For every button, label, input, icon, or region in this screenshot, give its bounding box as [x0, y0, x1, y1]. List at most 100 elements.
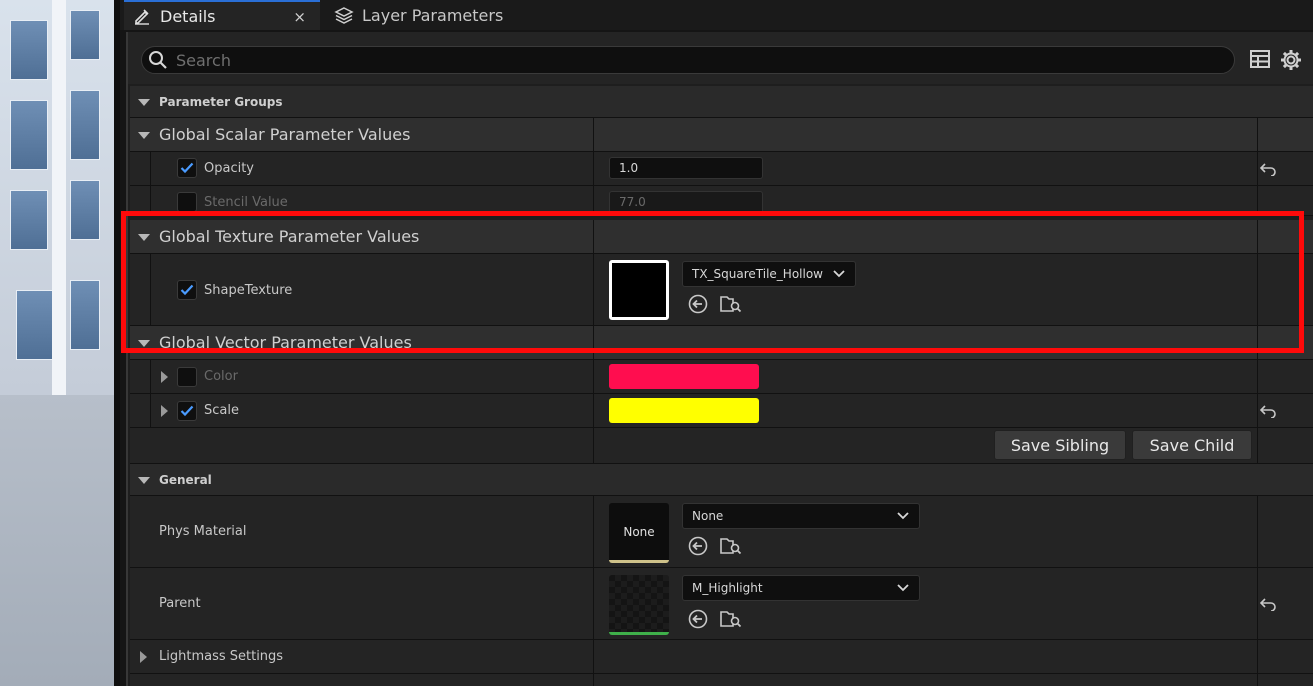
edit-icon	[132, 6, 152, 26]
group-global-texture[interactable]: Global Texture Parameter Values	[130, 220, 1313, 254]
phys-material-dropdown[interactable]: None	[682, 503, 920, 529]
param-label: ShapeTexture	[204, 283, 293, 298]
param-label: Scale	[204, 403, 239, 418]
use-selected-asset-icon[interactable]	[688, 536, 708, 556]
stencil-value-checkbox[interactable]	[177, 192, 197, 212]
column-divider	[593, 326, 594, 359]
asset-name: M_Highlight	[692, 581, 763, 595]
param-row-shape-texture: ShapeTexture TX_SquareTile_Hollow	[130, 254, 1313, 326]
column-divider	[1257, 360, 1258, 393]
column-divider	[1257, 674, 1258, 686]
category-general[interactable]: General	[130, 464, 1313, 496]
param-label: Opacity	[204, 161, 255, 176]
param-row-lightmass[interactable]: Lightmass Settings	[130, 640, 1313, 674]
search-input[interactable]	[176, 50, 1176, 70]
gear-icon[interactable]	[1280, 49, 1302, 71]
expand-arrow-icon[interactable]	[140, 651, 147, 663]
opacity-checkbox[interactable]	[177, 158, 197, 178]
search-box[interactable]	[141, 46, 1235, 74]
asset-name: None	[692, 509, 724, 523]
tab-layer-parameters[interactable]: Layer Parameters	[326, 0, 526, 30]
tab-details-label: Details	[160, 6, 216, 26]
search-icon	[149, 51, 167, 69]
reset-to-default-icon[interactable]	[1260, 404, 1276, 418]
column-divider	[593, 118, 594, 151]
building-window	[10, 100, 48, 170]
building-window	[16, 290, 56, 360]
column-divider	[593, 186, 594, 215]
column-divider	[1257, 220, 1258, 253]
browse-asset-icon[interactable]	[720, 609, 742, 629]
browse-asset-icon[interactable]	[720, 536, 742, 556]
check-icon	[180, 284, 194, 296]
parent-material-thumbnail[interactable]	[609, 575, 669, 635]
collapse-arrow-icon[interactable]	[138, 477, 150, 484]
column-divider	[1257, 428, 1258, 463]
save-buttons-row: Save Sibling Save Child	[130, 428, 1313, 464]
texture-thumbnail[interactable]	[609, 260, 669, 320]
reset-to-default-icon[interactable]	[1260, 597, 1276, 611]
viewport-border	[114, 0, 120, 686]
asset-name: TX_SquareTile_Hollow	[692, 267, 823, 281]
column-divider	[1257, 394, 1258, 427]
column-divider	[593, 254, 594, 325]
color-swatch[interactable]	[609, 364, 759, 389]
viewport-preview[interactable]	[0, 0, 120, 686]
scale-swatch[interactable]	[609, 398, 759, 423]
column-divider	[1257, 118, 1258, 151]
category-label: Parameter Groups	[159, 95, 283, 109]
close-icon[interactable]: ×	[293, 8, 306, 26]
search-row	[128, 32, 1313, 84]
collapse-arrow-icon[interactable]	[138, 234, 150, 241]
save-child-button[interactable]: Save Child	[1132, 430, 1252, 460]
shape-texture-checkbox[interactable]	[177, 280, 197, 300]
check-icon	[180, 162, 194, 174]
reset-to-default-icon[interactable]	[1260, 162, 1276, 176]
group-label: Global Scalar Parameter Values	[159, 125, 411, 144]
param-row-parent: Parent M_Highlight	[130, 568, 1313, 640]
expand-arrow-icon[interactable]	[161, 371, 168, 383]
category-parameter-groups[interactable]: Parameter Groups	[130, 86, 1313, 118]
texture-asset-dropdown[interactable]: TX_SquareTile_Hollow	[682, 261, 856, 287]
phys-material-thumbnail[interactable]: None	[609, 503, 669, 563]
scale-checkbox[interactable]	[177, 401, 197, 421]
table-view-icon[interactable]	[1250, 50, 1270, 68]
layers-icon	[334, 5, 354, 25]
collapse-arrow-icon[interactable]	[138, 99, 150, 106]
indent-divider	[150, 394, 151, 427]
use-selected-asset-icon[interactable]	[688, 294, 708, 314]
group-global-scalar[interactable]: Global Scalar Parameter Values	[130, 118, 1313, 152]
stencil-value-field[interactable]: 77.0	[609, 191, 763, 213]
group-global-vector[interactable]: Global Vector Parameter Values	[130, 326, 1313, 360]
chevron-down-icon	[897, 584, 909, 592]
chevron-down-icon	[833, 270, 845, 278]
column-divider	[593, 674, 594, 686]
chevron-down-icon	[897, 512, 909, 520]
color-checkbox[interactable]	[177, 367, 197, 387]
category-label: General	[159, 473, 212, 487]
opacity-value-field[interactable]: 1.0	[609, 157, 763, 179]
column-divider	[1257, 326, 1258, 359]
column-divider	[1257, 186, 1258, 215]
browse-asset-icon[interactable]	[720, 294, 742, 314]
building-window	[10, 20, 48, 80]
param-row-opacity: Opacity 1.0	[130, 152, 1313, 186]
parent-material-dropdown[interactable]: M_Highlight	[682, 575, 920, 601]
use-selected-asset-icon[interactable]	[688, 609, 708, 629]
collapse-arrow-icon[interactable]	[138, 132, 150, 139]
param-label: Color	[204, 369, 238, 384]
expand-arrow-icon[interactable]	[161, 405, 168, 417]
tab-details[interactable]: Details ×	[124, 0, 320, 30]
column-divider	[593, 568, 594, 639]
column-divider	[1257, 254, 1258, 325]
param-row-phys-material: Phys Material None None	[130, 496, 1313, 568]
building-window	[70, 180, 100, 240]
collapse-arrow-icon[interactable]	[138, 340, 150, 347]
param-label: Parent	[159, 596, 201, 611]
building-window	[70, 90, 100, 160]
building-window	[70, 280, 100, 350]
save-sibling-button[interactable]: Save Sibling	[994, 430, 1126, 460]
group-label: Global Texture Parameter Values	[159, 227, 420, 246]
building-window	[10, 190, 48, 250]
column-divider	[1257, 152, 1258, 185]
